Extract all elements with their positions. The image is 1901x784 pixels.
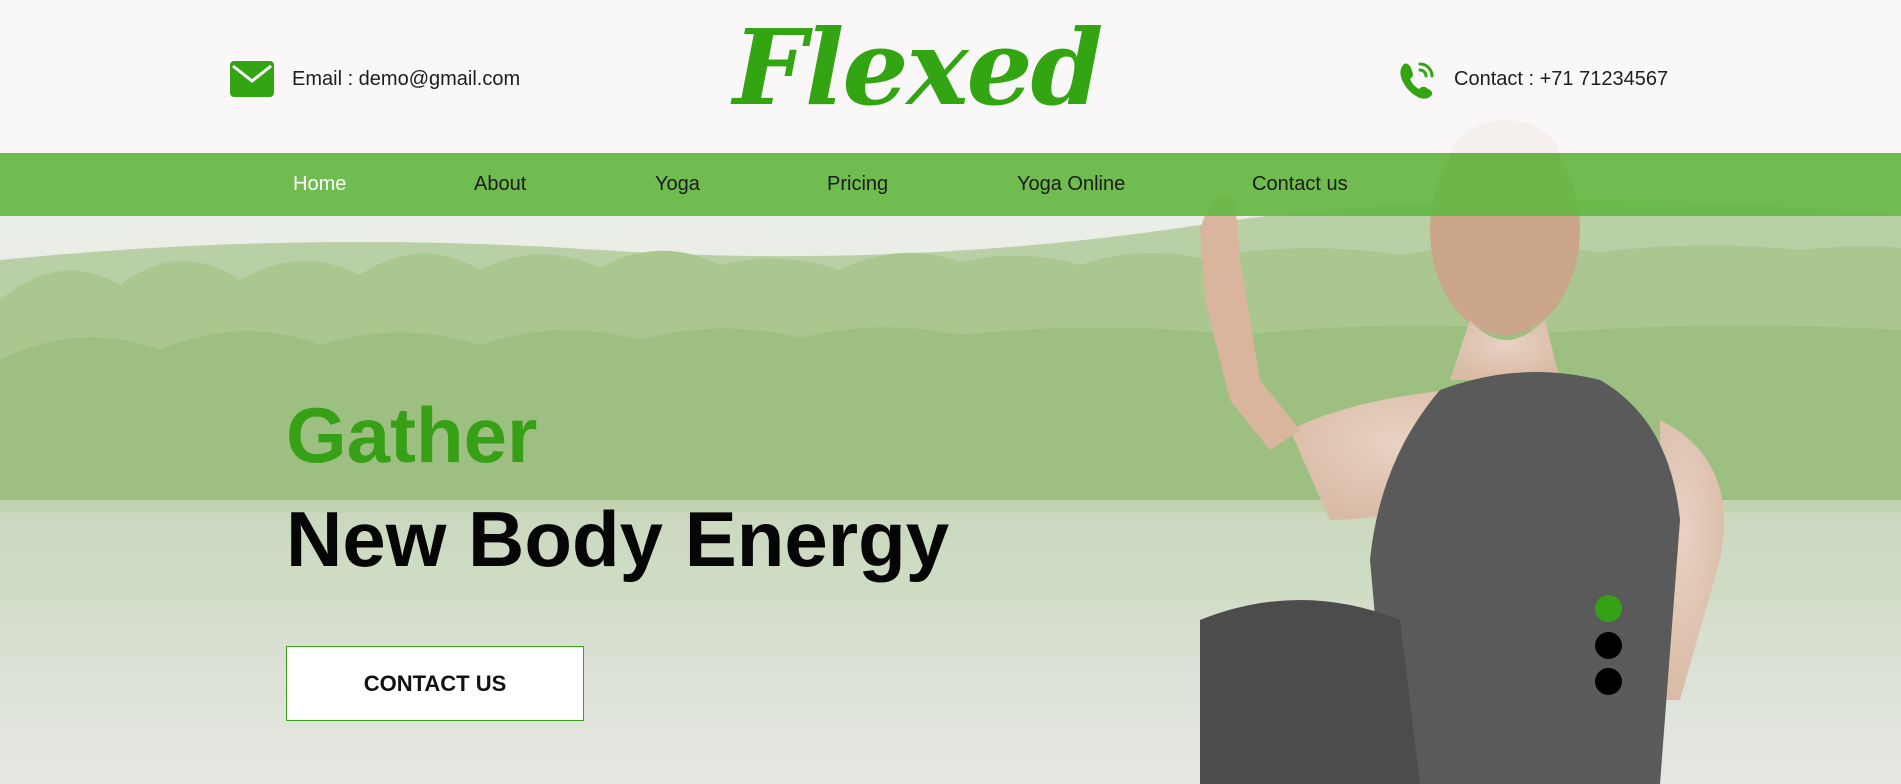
site-logo[interactable]: Flexed bbox=[733, 8, 1103, 128]
slider-dot-2[interactable] bbox=[1595, 632, 1622, 659]
hero-headline-accent: Gather bbox=[286, 391, 538, 479]
slider-dot-1[interactable] bbox=[1595, 595, 1622, 622]
nav-item-yoga[interactable]: Yoga bbox=[655, 153, 700, 216]
nav-item-contact-us[interactable]: Contact us bbox=[1252, 153, 1348, 216]
contact-us-button[interactable]: CONTACT US bbox=[286, 646, 584, 721]
main-navigation: Home About Yoga Pricing Yoga Online Cont… bbox=[0, 153, 1901, 216]
phone-text[interactable]: Contact : +71 71234567 bbox=[1454, 68, 1668, 91]
nav-item-about[interactable]: About bbox=[474, 153, 526, 216]
hero-headline: New Body Energy bbox=[286, 495, 950, 583]
nav-item-pricing[interactable]: Pricing bbox=[827, 153, 888, 216]
nav-item-yoga-online[interactable]: Yoga Online bbox=[1017, 153, 1125, 216]
nav-item-home[interactable]: Home bbox=[293, 153, 346, 216]
phone-contact: Contact : +71 71234567 bbox=[1396, 58, 1668, 100]
top-header: Email : demo@gmail.com Flexed Contact : … bbox=[0, 0, 1901, 153]
email-text[interactable]: Email : demo@gmail.com bbox=[292, 68, 520, 91]
email-contact: Email : demo@gmail.com bbox=[230, 60, 520, 98]
slider-dot-3[interactable] bbox=[1595, 668, 1622, 695]
phone-ringing-icon bbox=[1400, 62, 1434, 99]
envelope-icon bbox=[230, 61, 274, 97]
